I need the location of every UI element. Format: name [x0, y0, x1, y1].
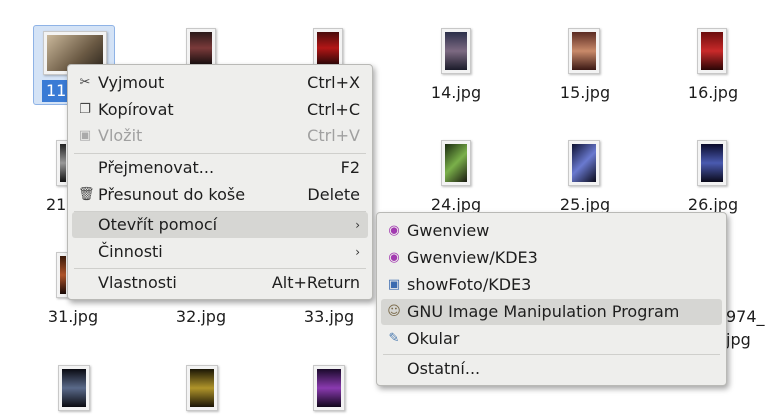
menu-item-shortcut: Ctrl+C [306, 100, 360, 119]
menu-item-label: Vlastnosti [98, 273, 177, 292]
menu-item-paste[interactable]: ▣ Vložit Ctrl+V [72, 123, 368, 149]
open-with-submenu: ◉ Gwenview ◉ Gwenview/KDE3 ▣ showFoto/KD… [376, 212, 727, 386]
thumbnail[interactable] [568, 28, 600, 74]
thumbnail[interactable] [186, 365, 218, 411]
submenu-item-showfoto[interactable]: ▣ showFoto/KDE3 [381, 272, 722, 298]
menu-item-label: Kopírovat [98, 100, 174, 119]
gwenview-icon: ◉ [388, 223, 400, 238]
gwenview-icon: ◉ [388, 250, 400, 265]
submenu-item-gwenview[interactable]: ◉ Gwenview [381, 218, 722, 244]
thumbnail[interactable] [697, 28, 727, 74]
menu-item-label: GNU Image Manipulation Program [407, 302, 680, 321]
menu-item-cut[interactable]: ✂ Vyjmout Ctrl+X [72, 70, 368, 96]
menu-item-open-with[interactable]: Otevřít pomocí › [72, 212, 368, 238]
file-name[interactable]: 33.jpg [279, 307, 379, 326]
chevron-right-icon: › [355, 245, 360, 259]
menu-item-label: Otevřít pomocí [98, 215, 218, 234]
menu-item-label: Gwenview/KDE3 [407, 248, 538, 267]
menu-item-actions[interactable]: Činnosti › [72, 239, 368, 265]
copy-icon: ❐ [79, 102, 91, 117]
file-name[interactable]: 14.jpg [406, 83, 506, 102]
menu-separator [383, 354, 720, 355]
thumbnail[interactable] [186, 28, 216, 68]
menu-item-move-to-trash[interactable]: 🗑 Přesunout do koše Delete [72, 182, 368, 208]
menu-item-label: Vyjmout [98, 73, 165, 92]
menu-item-copy[interactable]: ❐ Kopírovat Ctrl+C [72, 97, 368, 123]
submenu-item-other[interactable]: Ostatní... [381, 356, 722, 382]
menu-item-label: Činnosti [98, 242, 163, 261]
menu-item-shortcut: Delete [307, 185, 360, 204]
thumbnail[interactable] [313, 365, 345, 411]
thumbnail[interactable] [313, 28, 343, 68]
menu-item-rename[interactable]: Přejmenovat... F2 [72, 155, 368, 181]
scissors-icon: ✂ [79, 75, 91, 90]
file-name[interactable]: 31.jpg [23, 307, 123, 326]
thumbnail[interactable] [697, 140, 727, 186]
file-name[interactable]: 21 [46, 195, 66, 214]
file-name[interactable]: 15.jpg [535, 83, 635, 102]
file-name[interactable]: 974_ [726, 307, 765, 326]
menu-item-properties[interactable]: Vlastnosti Alt+Return [72, 270, 368, 296]
okular-icon: ✎ [388, 331, 400, 346]
menu-separator [74, 153, 366, 154]
trash-icon: 🗑 [78, 187, 95, 202]
submenu-item-gwenview-kde3[interactable]: ◉ Gwenview/KDE3 [381, 245, 722, 271]
thumbnail[interactable] [441, 28, 471, 74]
menu-item-label: showFoto/KDE3 [407, 275, 532, 294]
menu-item-label: Přesunout do koše [98, 185, 246, 204]
menu-item-label: Vložit [98, 126, 143, 145]
paste-icon: ▣ [78, 128, 92, 143]
menu-item-label: Ostatní... [407, 359, 481, 378]
thumbnail[interactable] [441, 140, 471, 186]
menu-item-shortcut: F2 [340, 158, 360, 177]
menu-item-shortcut: Alt+Return [271, 273, 360, 292]
submenu-item-okular[interactable]: ✎ Okular [381, 326, 722, 352]
gimp-icon: ☺ [387, 304, 401, 319]
thumbnail[interactable] [58, 365, 90, 411]
file-name[interactable]: 16.jpg [663, 83, 763, 102]
menu-item-label: Okular [407, 329, 460, 348]
file-name[interactable]: 32.jpg [151, 307, 251, 326]
file-name[interactable]: jpg [726, 330, 765, 349]
thumbnail[interactable] [568, 140, 600, 186]
menu-item-label: Přejmenovat... [98, 158, 215, 177]
menu-item-label: Gwenview [407, 221, 490, 240]
menu-item-shortcut: Ctrl+X [307, 73, 360, 92]
chevron-right-icon: › [355, 218, 360, 232]
menu-item-shortcut: Ctrl+V [307, 126, 360, 145]
menu-separator [74, 268, 366, 269]
context-menu: ✂ Vyjmout Ctrl+X ❐ Kopírovat Ctrl+C ▣ Vl… [67, 64, 373, 300]
showfoto-icon: ▣ [387, 277, 401, 292]
submenu-item-gimp[interactable]: ☺ GNU Image Manipulation Program [381, 299, 722, 325]
